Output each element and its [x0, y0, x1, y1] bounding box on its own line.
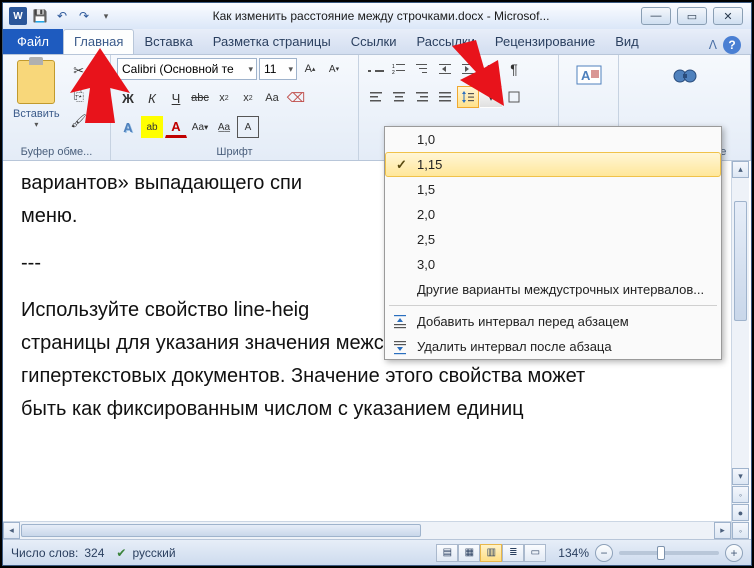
word-icon: W — [9, 7, 27, 25]
strike-icon[interactable]: abc — [189, 87, 211, 109]
spacing-option-1-5[interactable]: 1,5 — [385, 177, 721, 202]
browse-object-icon[interactable]: ● — [732, 504, 749, 521]
scroll-right-icon[interactable]: ▸ — [714, 522, 731, 539]
fullscreen-view[interactable]: ▦ — [458, 544, 480, 562]
zoom-thumb[interactable] — [657, 546, 665, 560]
spellcheck-icon: ✔ — [116, 546, 126, 560]
doc-line: быть как фиксированным числом с указание… — [21, 393, 723, 426]
spacing-option-3-0[interactable]: 3,0 — [385, 252, 721, 277]
zoom-in-button[interactable]: + — [725, 544, 743, 562]
paste-label: Вставить — [13, 108, 60, 120]
grow-font-icon[interactable]: A▴ — [299, 58, 321, 80]
align-center-icon[interactable] — [388, 86, 410, 108]
line-spacing-menu: 1,0 1,15 1,5 2,0 2,5 3,0 Другие варианты… — [384, 126, 722, 360]
font-size-combo[interactable]: 11 — [259, 58, 297, 80]
svg-text:A: A — [581, 68, 591, 83]
save-icon[interactable]: 💾 — [31, 7, 49, 25]
multilevel-list-icon[interactable] — [411, 58, 433, 80]
align-left-icon[interactable] — [365, 86, 387, 108]
clipboard-icon — [17, 60, 55, 104]
binoculars-icon — [671, 62, 699, 90]
ribbon-collapse-icon[interactable]: ᐱ — [709, 38, 717, 52]
remove-space-after-icon — [391, 338, 409, 356]
align-right-icon[interactable] — [411, 86, 433, 108]
undo-icon[interactable]: ↶ — [53, 7, 71, 25]
char-border-icon[interactable]: A — [237, 116, 259, 138]
shrink-font-icon[interactable]: A▾ — [323, 58, 345, 80]
svg-text:2: 2 — [392, 70, 395, 76]
add-space-before-icon — [391, 313, 409, 331]
scroll-up-icon[interactable]: ▴ — [732, 161, 749, 178]
char-shading-icon[interactable]: Aa▾ — [189, 116, 211, 138]
change-case-icon[interactable]: Aa — [261, 87, 283, 109]
spacing-option-2-5[interactable]: 2,5 — [385, 227, 721, 252]
highlight-icon[interactable]: ab — [141, 116, 163, 138]
quick-access-toolbar: W 💾 ↶ ↷ ▾ — [3, 7, 121, 25]
help-icon[interactable]: ? — [723, 36, 741, 54]
paste-button[interactable]: Вставить ▾ — [9, 58, 64, 131]
scroll-left-icon[interactable]: ◂ — [3, 522, 20, 539]
qat-more-icon[interactable]: ▾ — [97, 7, 115, 25]
superscript-icon[interactable]: x2 — [237, 87, 259, 109]
bullets-icon[interactable] — [365, 58, 387, 80]
annotation-arrow-1 — [60, 48, 140, 128]
word-count[interactable]: Число слов: 324 — [11, 546, 104, 560]
view-buttons: ▤ ▦ ▥ ≣ ▭ — [436, 544, 546, 562]
zoom-control: 134% − + — [558, 544, 743, 562]
vertical-scrollbar[interactable]: ▴ ▾ ◦ ● ◦ — [731, 161, 749, 539]
tab-page-layout[interactable]: Разметка страницы — [203, 30, 341, 54]
language-status[interactable]: ✔ русский — [116, 546, 175, 560]
hscroll-thumb[interactable] — [21, 524, 421, 537]
font-group-label: Шрифт — [117, 144, 352, 160]
numbering-icon[interactable]: 12 — [388, 58, 410, 80]
minimize-button[interactable]: — — [641, 7, 671, 25]
styles-button[interactable]: A — [567, 58, 611, 94]
zoom-slider[interactable] — [619, 551, 719, 555]
clear-format-icon[interactable]: ⌫ — [285, 87, 307, 109]
maximize-button[interactable]: ▭ — [677, 7, 707, 25]
spacing-options-more[interactable]: Другие варианты междустрочных интервалов… — [385, 277, 721, 302]
italic-icon[interactable]: К — [141, 87, 163, 109]
scroll-down-icon[interactable]: ▾ — [732, 468, 749, 485]
add-space-before[interactable]: Добавить интервал перед абзацем — [385, 309, 721, 334]
spacing-option-2-0[interactable]: 2,0 — [385, 202, 721, 227]
window-title: Как изменить расстояние между строчками.… — [121, 9, 641, 23]
font-color-icon[interactable]: A — [165, 116, 187, 138]
annotation-arrow-2 — [440, 40, 516, 116]
vscroll-thumb[interactable] — [734, 201, 747, 321]
close-button[interactable]: ✕ — [713, 7, 743, 25]
find-button[interactable] — [663, 58, 707, 94]
spacing-option-1-15[interactable]: 1,15 — [385, 152, 721, 177]
horizontal-scrollbar[interactable]: ◂ ▸ — [3, 521, 731, 539]
doc-line: гипертекстовых документов. Значение этог… — [21, 360, 723, 393]
web-layout-view[interactable]: ▥ — [480, 544, 502, 562]
subscript-icon[interactable]: x2 — [213, 87, 235, 109]
underline-icon[interactable]: Ч — [165, 87, 187, 109]
prev-page-icon[interactable]: ◦ — [732, 486, 749, 503]
tab-view[interactable]: Вид — [605, 30, 649, 54]
tab-insert[interactable]: Вставка — [134, 30, 202, 54]
titlebar: W 💾 ↶ ↷ ▾ Как изменить расстояние между … — [3, 3, 751, 29]
redo-icon[interactable]: ↷ — [75, 7, 93, 25]
clipboard-group-label: Буфер обме... — [9, 144, 104, 160]
print-layout-view[interactable]: ▤ — [436, 544, 458, 562]
draft-view[interactable]: ▭ — [524, 544, 546, 562]
zoom-out-button[interactable]: − — [595, 544, 613, 562]
outline-view[interactable]: ≣ — [502, 544, 524, 562]
next-page-icon[interactable]: ◦ — [732, 522, 749, 539]
spacing-option-1-0[interactable]: 1,0 — [385, 127, 721, 152]
zoom-level[interactable]: 134% — [558, 546, 589, 560]
tab-file[interactable]: Файл — [3, 29, 63, 54]
statusbar: Число слов: 324 ✔ русский ▤ ▦ ▥ ≣ ▭ 134%… — [3, 539, 751, 565]
tab-references[interactable]: Ссылки — [341, 30, 407, 54]
enclose-chars-icon[interactable]: A̲a̲ — [213, 116, 235, 138]
remove-space-after[interactable]: Удалить интервал после абзаца — [385, 334, 721, 359]
styles-icon: A — [575, 62, 603, 90]
